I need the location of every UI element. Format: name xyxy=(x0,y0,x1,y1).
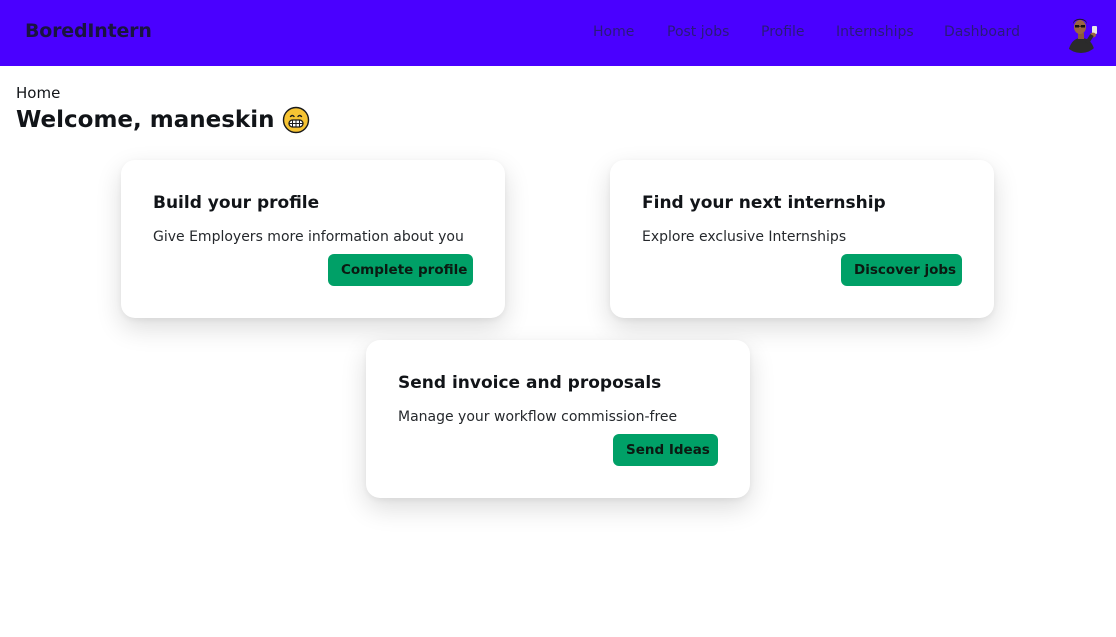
breadcrumb: Home xyxy=(16,84,61,102)
card-title: Build your profile xyxy=(153,193,320,213)
complete-profile-button[interactable]: Complete profile xyxy=(328,254,473,286)
brand-logo[interactable]: BoredIntern xyxy=(25,20,152,42)
welcome-title: Welcome, maneskin xyxy=(16,107,275,133)
send-ideas-button[interactable]: Send Ideas xyxy=(613,434,718,466)
card-title: Find your next internship xyxy=(642,193,886,213)
card-description: Manage your workflow commission-free xyxy=(398,409,678,425)
nav-link-post-jobs[interactable]: Post jobs xyxy=(667,24,729,40)
grinning-face-icon xyxy=(282,106,310,134)
discover-jobs-button[interactable]: Discover jobs xyxy=(841,254,962,286)
page-title: Welcome, maneskin xyxy=(16,106,310,134)
card-description: Give Employers more information about yo… xyxy=(153,229,464,245)
nav-link-internships[interactable]: Internships xyxy=(836,24,914,40)
card-title: Send invoice and proposals xyxy=(398,373,662,393)
find-internship-card: Find your next internship Explore exclus… xyxy=(610,160,994,318)
nav-link-profile[interactable]: Profile xyxy=(761,24,805,40)
nav-link-dashboard[interactable]: Dashboard xyxy=(944,24,1020,40)
navbar: BoredIntern Home Post jobs Profile Inter… xyxy=(0,0,1116,66)
user-avatar-icon[interactable] xyxy=(1061,13,1101,53)
card-description: Explore exclusive Internships xyxy=(642,229,847,245)
nav-link-home[interactable]: Home xyxy=(593,24,634,40)
send-invoice-card: Send invoice and proposals Manage your w… xyxy=(366,340,750,498)
build-profile-card: Build your profile Give Employers more i… xyxy=(121,160,505,318)
